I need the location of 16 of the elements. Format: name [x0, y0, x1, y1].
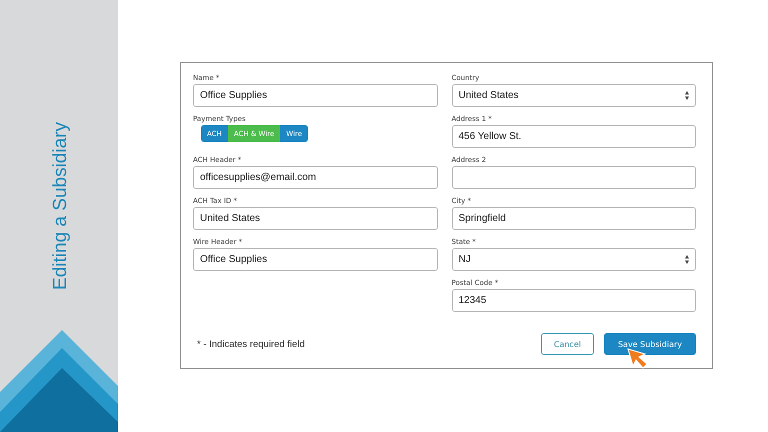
cursor-icon — [626, 348, 649, 370]
text-field[interactable]: officesupplies@email.com — [193, 166, 438, 189]
cancel-button[interactable]: Cancel — [540, 333, 594, 355]
text-field[interactable]: Springfield — [452, 207, 696, 230]
select-field[interactable]: NJ — [452, 248, 696, 271]
slide-title: Editing a Subsidiary — [49, 122, 72, 290]
text-field[interactable] — [452, 166, 696, 189]
text-field[interactable]: Office Supplies — [193, 248, 438, 271]
spinner-icon — [685, 255, 689, 264]
text-field[interactable]: United States — [193, 207, 438, 230]
text-field[interactable]: Office Supplies — [193, 84, 438, 107]
spinner-icon — [685, 91, 689, 100]
required-note: * - Indicates required field — [197, 338, 306, 350]
select-field[interactable]: United States — [452, 84, 696, 107]
text-field[interactable]: 456 Yellow St. — [452, 125, 696, 148]
text-field[interactable]: 12345 — [452, 289, 696, 312]
